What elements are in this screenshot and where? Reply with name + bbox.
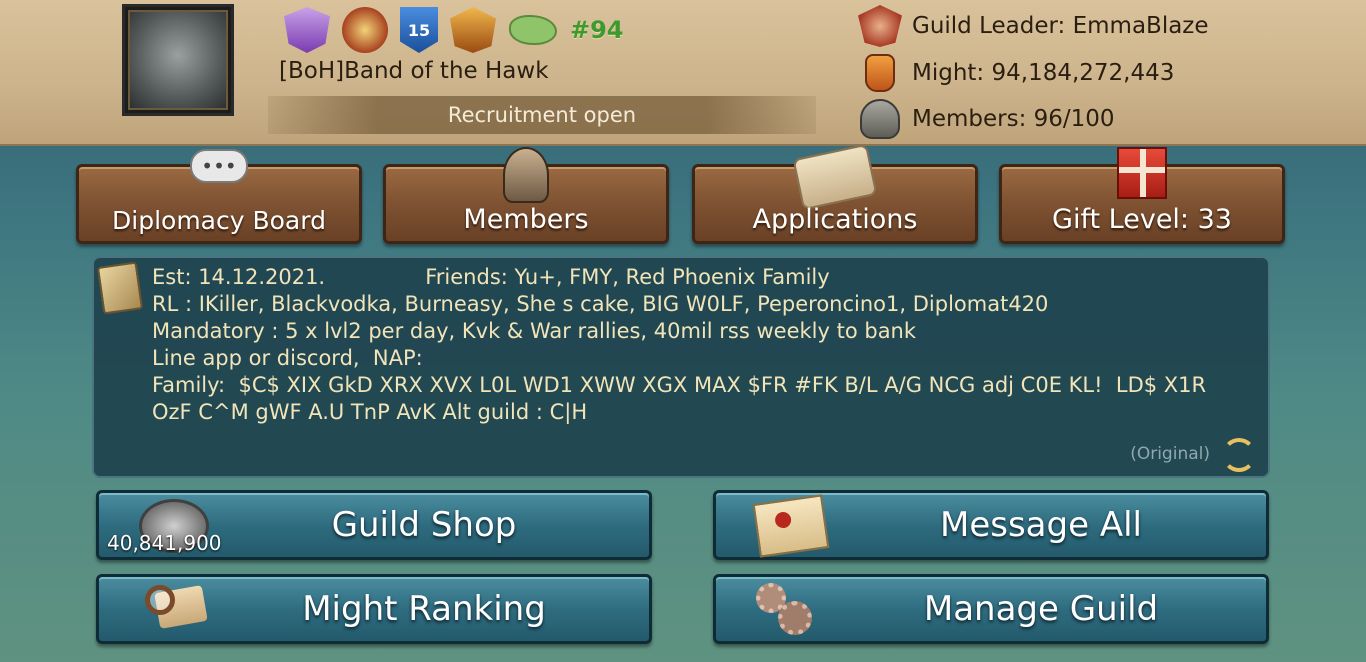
guild-leader-text: Guild Leader: EmmaBlaze: [912, 13, 1209, 39]
applications-label: Applications: [752, 204, 918, 235]
guild-name: [BoH]Band of the Hawk: [279, 58, 549, 84]
applications-button[interactable]: Applications: [692, 143, 978, 244]
gears-icon: [756, 583, 826, 637]
trophy-badge-icon[interactable]: [342, 7, 388, 53]
manage-guild-button[interactable]: Manage Guild: [713, 574, 1269, 644]
gift-box-icon: [1117, 147, 1167, 199]
guild-leader-row: Guild Leader: EmmaBlaze: [854, 4, 1209, 48]
achievement-badges: 15 #94: [284, 6, 624, 54]
members-row: Members: 96/100: [854, 97, 1115, 141]
level-badge-icon[interactable]: 15: [400, 7, 438, 53]
members-count-text: Members: 96/100: [912, 106, 1115, 132]
guild-description-panel[interactable]: Est: 14.12.2021. Friends: Yu+, FMY, Red …: [92, 256, 1270, 478]
members-button[interactable]: Members: [383, 147, 669, 244]
refresh-icon[interactable]: [1222, 438, 1256, 472]
helmets-icon: [854, 97, 906, 141]
guild-shop-label: Guild Shop: [331, 505, 517, 545]
fist-icon: [854, 51, 906, 95]
purple-crest-badge-icon[interactable]: [284, 7, 330, 53]
guild-description-text: Est: 14.12.2021. Friends: Yu+, FMY, Red …: [152, 265, 1207, 424]
guild-coin-count: 40,841,900: [107, 531, 222, 555]
quill-icon[interactable]: [96, 261, 144, 315]
guild-header: 15 #94 [BoH]Band of the Hawk Recruitment…: [0, 0, 1366, 146]
gift-level-label: Gift Level: 33: [1052, 204, 1232, 235]
gift-level-button[interactable]: Gift Level: 33: [999, 147, 1285, 244]
spartan-helmet-icon: [503, 147, 549, 203]
diplomacy-board-label: Diplomacy Board: [112, 206, 326, 235]
manage-guild-label: Manage Guild: [923, 589, 1159, 629]
diplomacy-board-button[interactable]: ••• Diplomacy Board: [76, 149, 362, 244]
members-label: Members: [463, 204, 589, 235]
message-all-button[interactable]: Message All: [713, 490, 1269, 560]
territory-icon[interactable]: [508, 7, 558, 53]
shield-sword-icon: [854, 4, 906, 48]
might-ranking-label: Might Ranking: [302, 589, 546, 629]
envelope-icon: [752, 494, 830, 558]
might-text: Might: 94,184,272,443: [912, 60, 1175, 86]
level-badge-value: 15: [407, 20, 431, 40]
magnifier-icon: [139, 583, 209, 637]
might-row: Might: 94,184,272,443: [854, 51, 1174, 95]
original-language-label: (Original): [1130, 444, 1210, 464]
scroll-icon: [792, 143, 878, 211]
guild-emblem-icon[interactable]: [112, 4, 244, 116]
speech-bubble-icon: •••: [190, 149, 248, 183]
guild-rank: #94: [570, 16, 624, 44]
recruitment-status: Recruitment open: [268, 96, 816, 134]
message-all-label: Message All: [940, 505, 1142, 545]
horse-badge-icon[interactable]: [450, 7, 496, 53]
guild-shop-button[interactable]: 40,841,900 Guild Shop: [96, 490, 652, 560]
might-ranking-button[interactable]: Might Ranking: [96, 574, 652, 644]
